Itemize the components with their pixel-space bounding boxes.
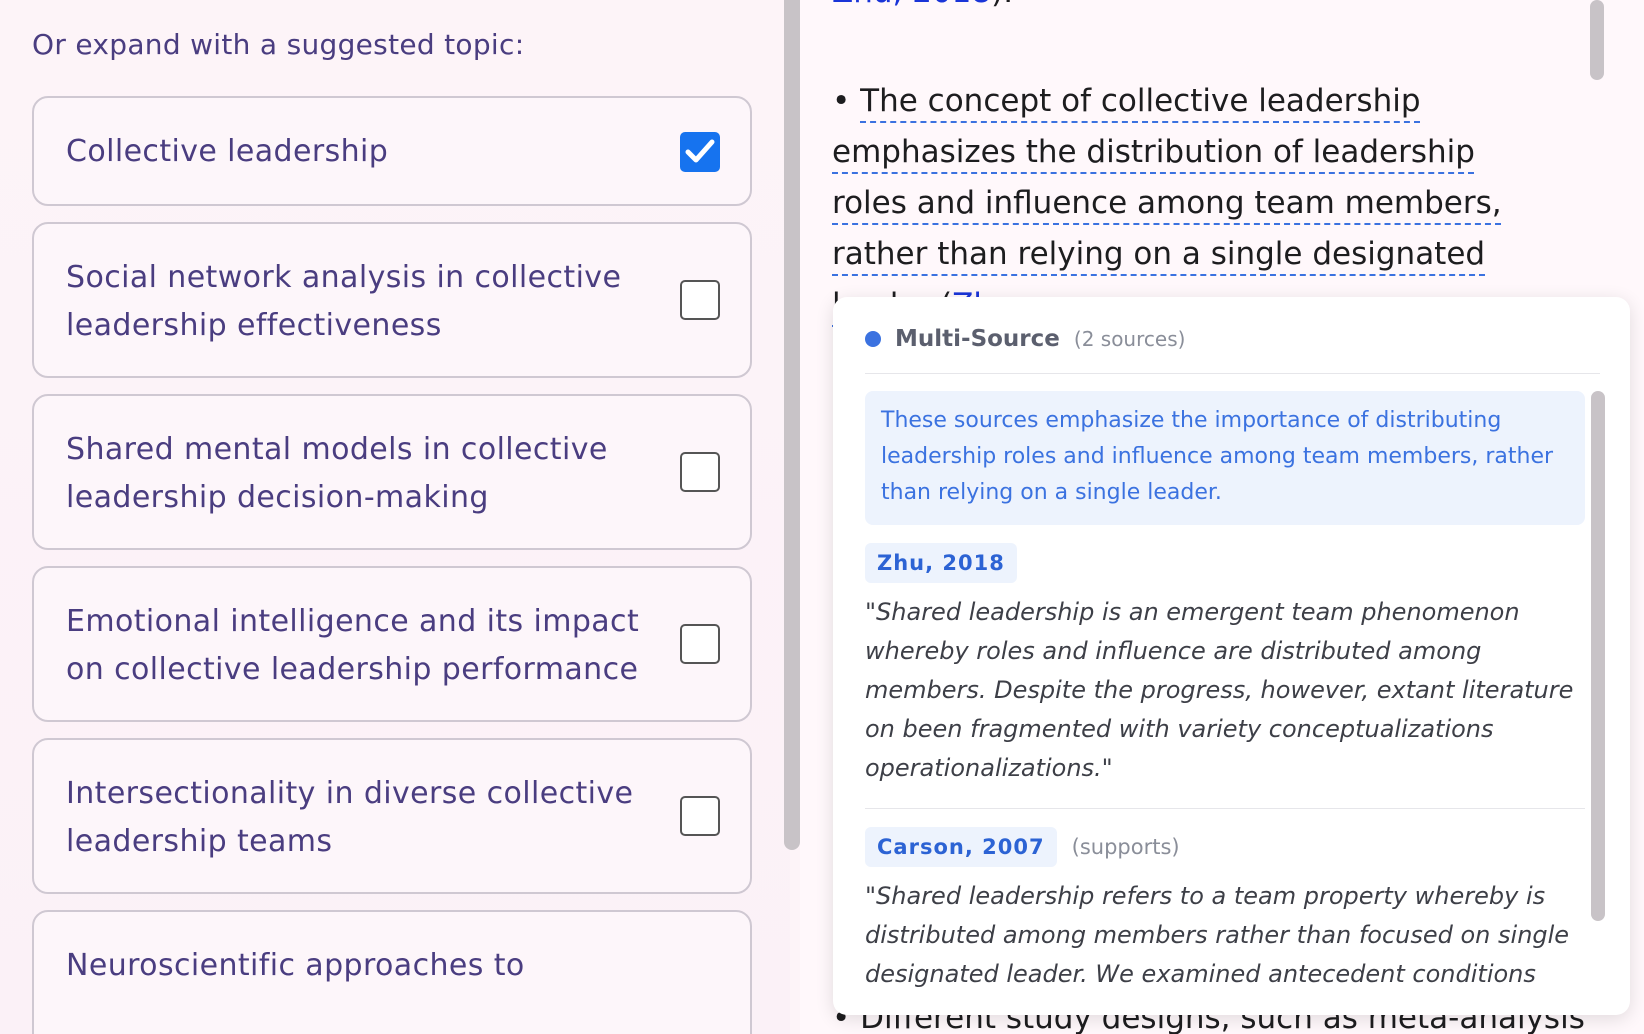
previous-citation-line: Zhu, 2018). xyxy=(832,0,1013,10)
popover-divider xyxy=(865,373,1600,374)
suggested-topics-panel: Or expand with a suggested topic: Collec… xyxy=(0,0,800,1034)
bullet: • xyxy=(832,83,851,119)
popover-summary: These sources emphasize the importance o… xyxy=(865,391,1585,525)
topic-checkbox-checked[interactable] xyxy=(680,132,720,172)
topic-card-intersectionality[interactable]: Intersectionality in diverse collective … xyxy=(32,738,752,894)
topic-card-neuroscientific[interactable]: Neuroscientific approaches to xyxy=(32,910,752,1034)
topic-label: Collective leadership xyxy=(66,134,389,169)
popover-body: These sources emphasize the importance o… xyxy=(865,391,1585,1011)
source-tag[interactable]: Carson, 2007 xyxy=(865,827,1057,867)
suggested-topic-heading: Or expand with a suggested topic: xyxy=(32,28,525,61)
topic-card-emotional-intelligence[interactable]: Emotional intelligence and its impact on… xyxy=(32,566,752,722)
citation-popover: Multi-Source (2 sources) These sources e… xyxy=(833,297,1630,1015)
topic-checkbox[interactable] xyxy=(680,280,720,320)
left-scrollbar[interactable] xyxy=(784,0,800,850)
topic-label: Emotional intelligence and its impact on… xyxy=(66,604,640,687)
source-quote: "Shared leadership refers to a team prop… xyxy=(865,882,1570,988)
checkmark-icon xyxy=(685,139,715,163)
topic-checkbox[interactable] xyxy=(680,452,720,492)
popover-scrollbar[interactable] xyxy=(1591,391,1605,921)
source-divider xyxy=(865,808,1585,809)
source-item: Carson, 2007 (supports) "Shared leadersh… xyxy=(865,827,1585,994)
topic-checkbox[interactable] xyxy=(680,624,720,664)
popover-source-count: (2 sources) xyxy=(1073,327,1186,351)
topic-label: Intersectionality in diverse collective … xyxy=(66,776,634,859)
multi-source-dot-icon xyxy=(865,331,881,347)
topic-label: Shared mental models in collective leade… xyxy=(66,432,608,515)
source-tag[interactable]: Zhu, 2018 xyxy=(865,543,1017,583)
topic-label: Social network analysis in collective le… xyxy=(66,260,622,343)
popover-header: Multi-Source (2 sources) xyxy=(865,319,1185,359)
source-item: Zhu, 2018 "Shared leadership is an emerg… xyxy=(865,543,1585,809)
topic-label: Neuroscientific approaches to xyxy=(66,948,525,983)
citation-link-zhu-2018[interactable]: Zhu, 2018 xyxy=(832,0,991,10)
topic-checkbox[interactable] xyxy=(680,796,720,836)
popover-title: Multi-Source xyxy=(895,326,1060,352)
document-paragraph: • The concept of collective leadership e… xyxy=(832,76,1532,331)
document-scrollbar[interactable] xyxy=(1590,0,1604,80)
source-role: (supports) xyxy=(1071,835,1180,859)
topic-card-shared-mental-models[interactable]: Shared mental models in collective leade… xyxy=(32,394,752,550)
app-page: Or expand with a suggested topic: Collec… xyxy=(0,0,1644,1034)
source-quote: "Shared leadership is an emergent team p… xyxy=(865,598,1574,782)
topic-card-collective-leadership[interactable]: Collective leadership xyxy=(32,96,752,206)
topic-card-social-network-analysis[interactable]: Social network analysis in collective le… xyxy=(32,222,752,378)
